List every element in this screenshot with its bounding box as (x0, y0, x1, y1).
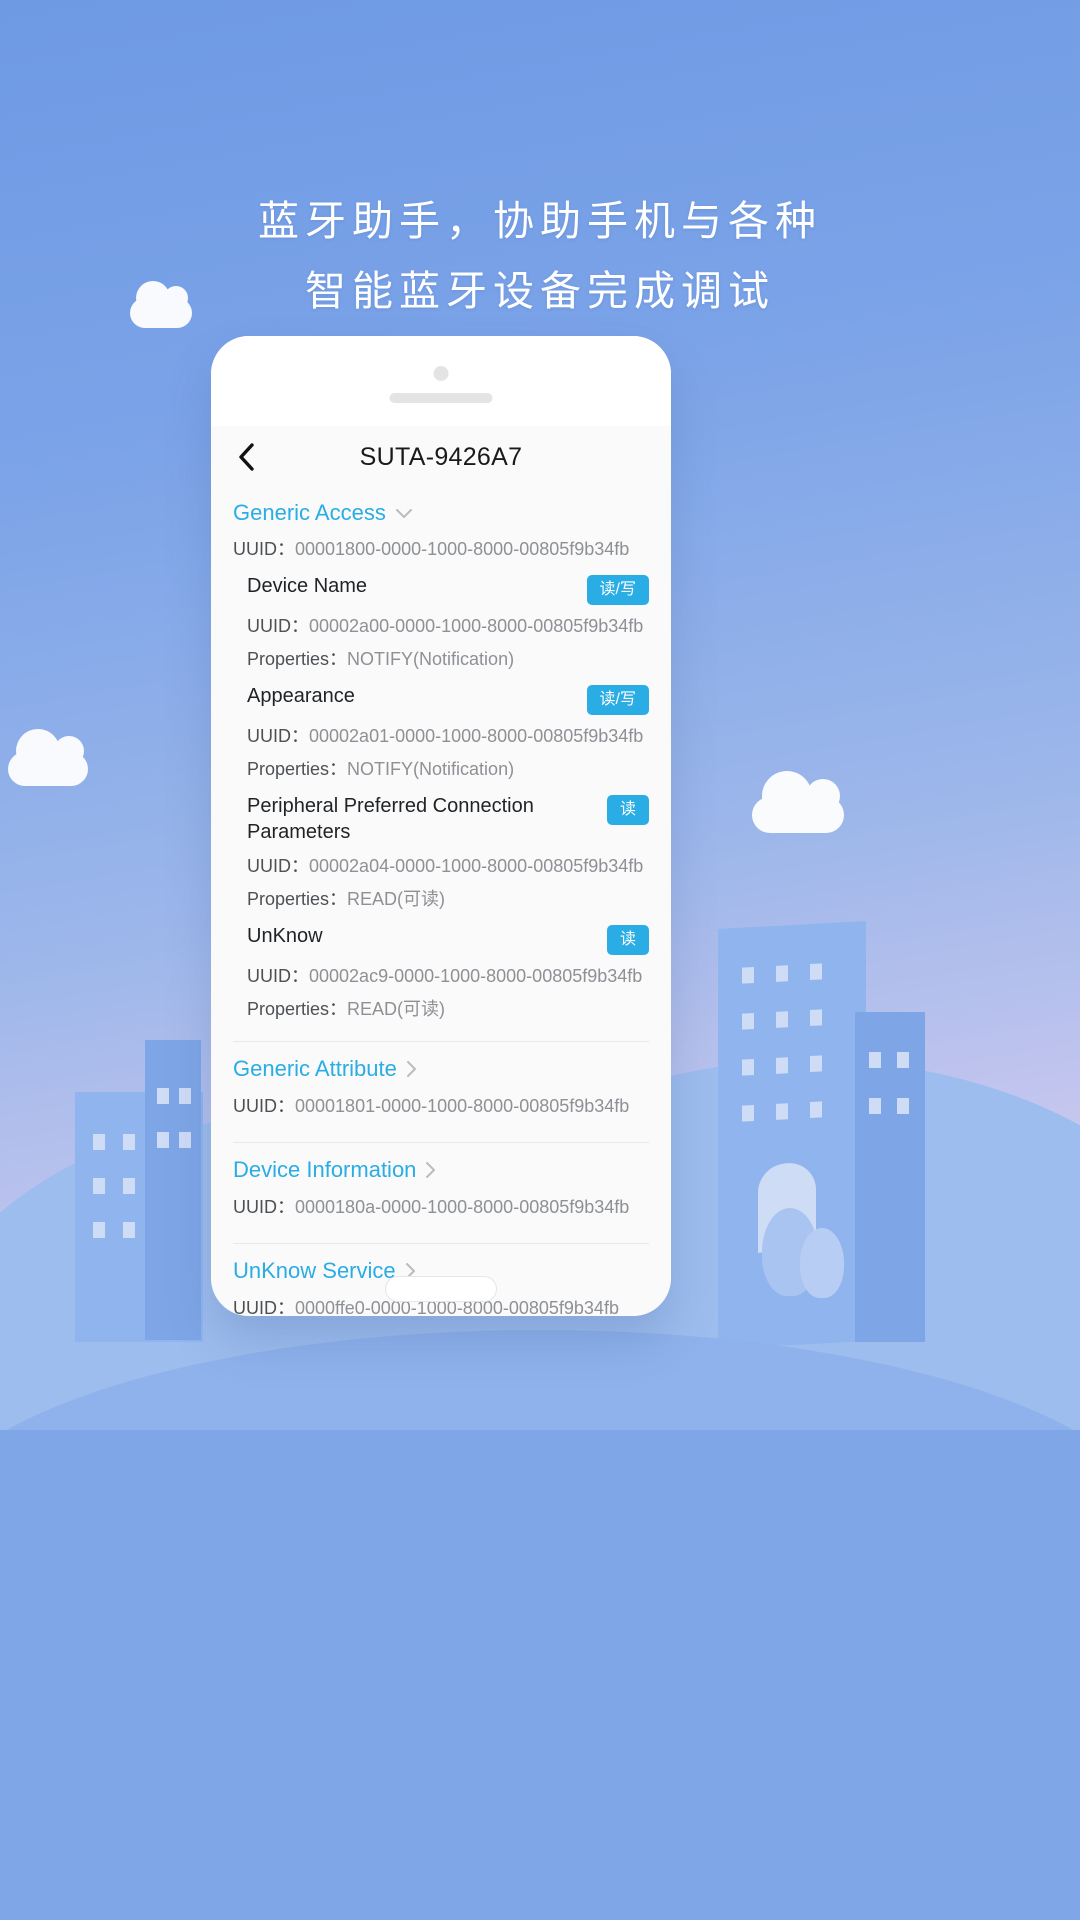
characteristic-uuid-line: UUID：00002a01-0000-1000-8000-00805f9b34f… (247, 715, 649, 748)
uuid-value: 00002ac9-0000-1000-8000-00805f9b34fb (309, 966, 643, 986)
uuid-label: UUID： (233, 1197, 295, 1217)
service-name: Device Information (233, 1157, 417, 1182)
phone-screen: SUTA-9426A7 Generic Access UUID：00001800… (211, 426, 671, 1316)
service-generic-attribute[interactable]: Generic Attribute UUID：00001801-0000-100… (211, 1042, 671, 1132)
characteristic-properties-line: Properties：NOTIFY(Notification) (247, 638, 649, 671)
phone-top-bezel (211, 336, 671, 426)
building-right-short (855, 1012, 925, 1342)
characteristic-name: Appearance (247, 685, 355, 707)
service-name: Generic Attribute (233, 1056, 397, 1081)
uuid-value: 00001801-0000-1000-8000-00805f9b34fb (295, 1096, 630, 1116)
characteristic-uuid-line: UUID：00002a04-0000-1000-8000-00805f9b34f… (247, 845, 649, 878)
uuid-label: UUID： (233, 1096, 295, 1116)
navbar: SUTA-9426A7 (211, 426, 671, 488)
cloud-left (8, 729, 88, 786)
service-header[interactable]: Generic Access (233, 488, 649, 526)
chevron-down-icon[interactable] (395, 508, 413, 519)
characteristic-list: Device Name 读/写 UUID：00002a00-0000-1000-… (233, 571, 649, 1031)
chevron-right-icon[interactable] (425, 1161, 436, 1179)
properties-value: READ(可读) (347, 999, 446, 1019)
properties-value: NOTIFY(Notification) (347, 759, 515, 779)
characteristic-uuid-line: UUID：00002ac9-0000-1000-8000-00805f9b34f… (247, 955, 649, 988)
uuid-label: UUID： (247, 726, 309, 746)
service-uuid-line: UUID：0000180a-0000-1000-8000-00805f9b34f… (233, 1183, 649, 1219)
uuid-label: UUID： (247, 856, 309, 876)
characteristic-properties-line: Properties：NOTIFY(Notification) (247, 748, 649, 781)
promo-headline: 蓝牙助手，协助手机与各种 智能蓝牙设备完成调试 (0, 186, 1080, 326)
cloud-right (752, 771, 844, 833)
service-generic-access[interactable]: Generic Access UUID：00001800-0000-1000-8… (211, 488, 671, 1031)
service-name: UnKnow Service (233, 1258, 396, 1283)
uuid-label: UUID： (247, 966, 309, 986)
ground (0, 1430, 1080, 1920)
characteristic-row[interactable]: UnKnow 读 UUID：00002ac9-0000-1000-8000-00… (247, 921, 649, 1031)
headline-line-2: 智能蓝牙设备完成调试 (305, 268, 775, 314)
characteristic-row[interactable]: Appearance 读/写 UUID：00002a01-0000-1000-8… (247, 681, 649, 791)
permission-badge[interactable]: 读/写 (586, 685, 649, 715)
permission-badge[interactable]: 读 (606, 795, 649, 825)
permission-badge[interactable]: 读 (606, 925, 649, 955)
headline-line-1: 蓝牙助手，协助手机与各种 (258, 198, 822, 244)
uuid-label: UUID： (247, 616, 309, 636)
properties-label: Properties： (247, 889, 348, 909)
back-button[interactable] (233, 443, 259, 471)
chevron-right-icon[interactable] (406, 1060, 417, 1078)
uuid-label: UUID： (233, 1298, 295, 1316)
characteristic-uuid-line: UUID：00002a00-0000-1000-8000-00805f9b34f… (247, 605, 649, 638)
characteristic-properties-line: Properties：READ(可读) (247, 988, 649, 1021)
page-title: SUTA-9426A7 (359, 442, 523, 471)
service-list: Generic Access UUID：00001800-0000-1000-8… (211, 488, 671, 1316)
service-uuid-line: UUID：00001800-0000-1000-8000-00805f9b34f… (233, 526, 649, 571)
uuid-value: 00002a01-0000-1000-8000-00805f9b34fb (309, 726, 644, 746)
characteristic-properties-line: Properties：READ(可读) (247, 878, 649, 911)
uuid-value: 0000180a-0000-1000-8000-00805f9b34fb (295, 1197, 630, 1217)
uuid-label: UUID： (233, 539, 295, 559)
home-indicator (385, 1276, 497, 1302)
properties-value: NOTIFY(Notification) (347, 649, 515, 669)
characteristic-name: UnKnow (247, 925, 323, 947)
characteristic-row[interactable]: Peripheral Preferred Connection Paramete… (247, 791, 649, 921)
properties-value: READ(可读) (347, 889, 446, 909)
properties-label: Properties： (247, 759, 348, 779)
uuid-value: 00002a04-0000-1000-8000-00805f9b34fb (309, 856, 644, 876)
properties-label: Properties： (247, 649, 348, 669)
service-name: Generic Access (233, 500, 386, 525)
characteristic-row[interactable]: Device Name 读/写 UUID：00002a00-0000-1000-… (247, 571, 649, 681)
speaker-grille (389, 393, 493, 403)
uuid-value: 00002a00-0000-1000-8000-00805f9b34fb (309, 616, 644, 636)
uuid-value: 00001800-0000-1000-8000-00805f9b34fb (295, 539, 630, 559)
service-uuid-line: UUID：00001801-0000-1000-8000-00805f9b34f… (233, 1082, 649, 1118)
permission-badge[interactable]: 读/写 (586, 575, 649, 605)
characteristic-name: Peripheral Preferred Connection Paramete… (247, 795, 534, 843)
tree-right (800, 1228, 844, 1298)
building-left-tall (145, 1040, 201, 1340)
properties-label: Properties： (247, 999, 348, 1019)
service-device-information[interactable]: Device Information UUID：0000180a-0000-10… (211, 1143, 671, 1233)
camera-icon (433, 366, 449, 381)
phone-mockup: SUTA-9426A7 Generic Access UUID：00001800… (211, 336, 671, 1316)
characteristic-name: Device Name (247, 575, 368, 597)
